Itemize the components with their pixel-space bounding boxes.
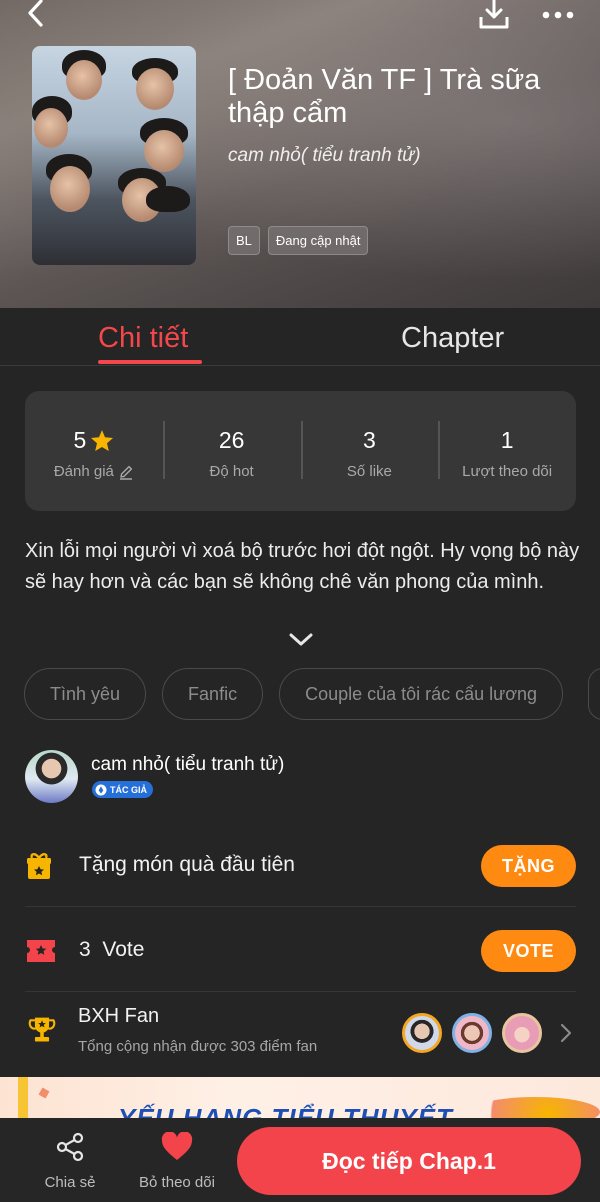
genre-chip-partial[interactable] xyxy=(588,668,600,720)
stats-panel: 5 Đánh giá 26 Độ hot 3 Số like 1 Lượt th… xyxy=(25,391,576,511)
stat-likes: 3 Số like xyxy=(300,391,439,511)
tag-status: Đang cập nhật xyxy=(267,226,369,255)
fan-avatar[interactable] xyxy=(452,1013,492,1053)
story-author[interactable]: cam nhỏ( tiểu tranh tử) xyxy=(228,145,421,167)
fan-points-summary: Tổng cộng nhận được 303 điểm fan xyxy=(78,1038,318,1055)
stat-hot: 26 Độ hot xyxy=(162,391,301,511)
story-tags: BL Đang cập nhật xyxy=(228,226,369,255)
genre-chip[interactable]: Fanfic xyxy=(162,668,264,720)
gift-button[interactable]: TẶNG xyxy=(481,845,576,887)
fan-ranking-row[interactable]: BXH Fan Tổng cộng nhận được 303 điểm fan xyxy=(25,993,576,1077)
likes-label: Số like xyxy=(346,463,392,480)
trophy-icon xyxy=(28,1017,56,1042)
tab-chapter[interactable]: Chapter xyxy=(401,322,504,355)
tab-detail[interactable]: Chi tiết xyxy=(98,322,188,355)
unfollow-label: Bỏ theo dõi xyxy=(139,1174,215,1191)
story-title: [ Đoản Văn TF ] Trà sữa thập cẩm xyxy=(228,64,541,129)
vote-count: 3 xyxy=(79,938,91,961)
followers-label: Lượt theo dõi xyxy=(462,463,553,480)
vote-label: 3 Vote xyxy=(79,938,144,962)
edit-pencil-icon[interactable] xyxy=(118,464,134,480)
ticket-icon xyxy=(27,940,55,962)
more-options-button[interactable] xyxy=(538,0,578,32)
download-icon xyxy=(479,0,509,29)
vote-row: 3 Vote VOTE xyxy=(25,908,576,992)
chevron-right-icon xyxy=(560,1023,572,1043)
share-button[interactable]: Chia sẻ xyxy=(44,1132,96,1191)
fan-avatar[interactable] xyxy=(502,1013,542,1053)
unfollow-button[interactable]: Bỏ theo dõi xyxy=(136,1131,218,1191)
gift-label: Tặng món quà đầu tiên xyxy=(79,853,295,876)
gift-row: Tặng món quà đầu tiên TẶNG xyxy=(25,823,576,907)
tab-bar: Chi tiết Chapter xyxy=(0,308,600,366)
share-icon xyxy=(56,1132,84,1162)
heart-icon xyxy=(161,1131,193,1160)
likes-value: 3 xyxy=(362,427,376,453)
pen-nib-icon xyxy=(95,784,107,795)
fan-avatar[interactable] xyxy=(402,1013,442,1053)
back-arrow-icon xyxy=(28,0,43,27)
star-icon xyxy=(91,430,114,451)
genre-chip[interactable]: Couple của tôi rác cẩu lương xyxy=(279,668,564,720)
expand-chevron-icon[interactable] xyxy=(287,630,315,650)
back-button[interactable] xyxy=(18,0,52,30)
tab-active-indicator xyxy=(98,360,202,364)
rating-value: 5 xyxy=(73,427,87,453)
more-dots-icon xyxy=(542,11,574,19)
followers-value: 1 xyxy=(500,427,514,453)
vote-button[interactable]: VOTE xyxy=(481,930,576,972)
continue-reading-button[interactable]: Đọc tiếp Chap.1 xyxy=(237,1127,581,1195)
share-label: Chia sẻ xyxy=(44,1174,96,1191)
author-badge: TÁC GIẢ xyxy=(92,781,153,798)
bottom-action-bar: Chia sẻ Bỏ theo dõi Đọc tiếp Chap.1 xyxy=(0,1118,600,1202)
fan-ranking-title: BXH Fan xyxy=(78,1005,160,1027)
genre-chips: Tình yêu Fanfic Couple của tôi rác cẩu l… xyxy=(24,668,564,720)
promo-banner[interactable]: YẾU HANG TIỂU THUYẾT xyxy=(0,1077,600,1119)
author-profile[interactable]: cam nhỏ( tiểu tranh tử) TÁC GIẢ xyxy=(25,750,585,806)
gift-icon xyxy=(27,853,51,879)
author-avatar[interactable] xyxy=(25,750,78,803)
banner-text: YẾU HANG TIỂU THUYẾT xyxy=(118,1103,453,1119)
hot-value: 26 xyxy=(218,427,245,453)
vote-text: Vote xyxy=(102,938,145,961)
story-description: Xin lỗi mọi người vì xoá bộ trước hơi độ… xyxy=(25,540,580,593)
download-button[interactable] xyxy=(474,0,514,34)
genre-chip[interactable]: Tình yêu xyxy=(24,668,147,720)
story-cover-image xyxy=(32,46,196,265)
stat-followers: 1 Lượt theo dõi xyxy=(438,391,576,511)
author-name[interactable]: cam nhỏ( tiểu tranh tử) xyxy=(91,754,284,776)
hot-label: Độ hot xyxy=(209,463,254,480)
author-badge-label: TÁC GIẢ xyxy=(110,784,147,795)
stat-rating[interactable]: 5 Đánh giá xyxy=(25,391,163,511)
story-header: [ Đoản Văn TF ] Trà sữa thập cẩm cam nhỏ… xyxy=(0,0,600,308)
tag-genre: BL xyxy=(228,226,260,255)
rating-label: Đánh giá xyxy=(53,463,114,480)
